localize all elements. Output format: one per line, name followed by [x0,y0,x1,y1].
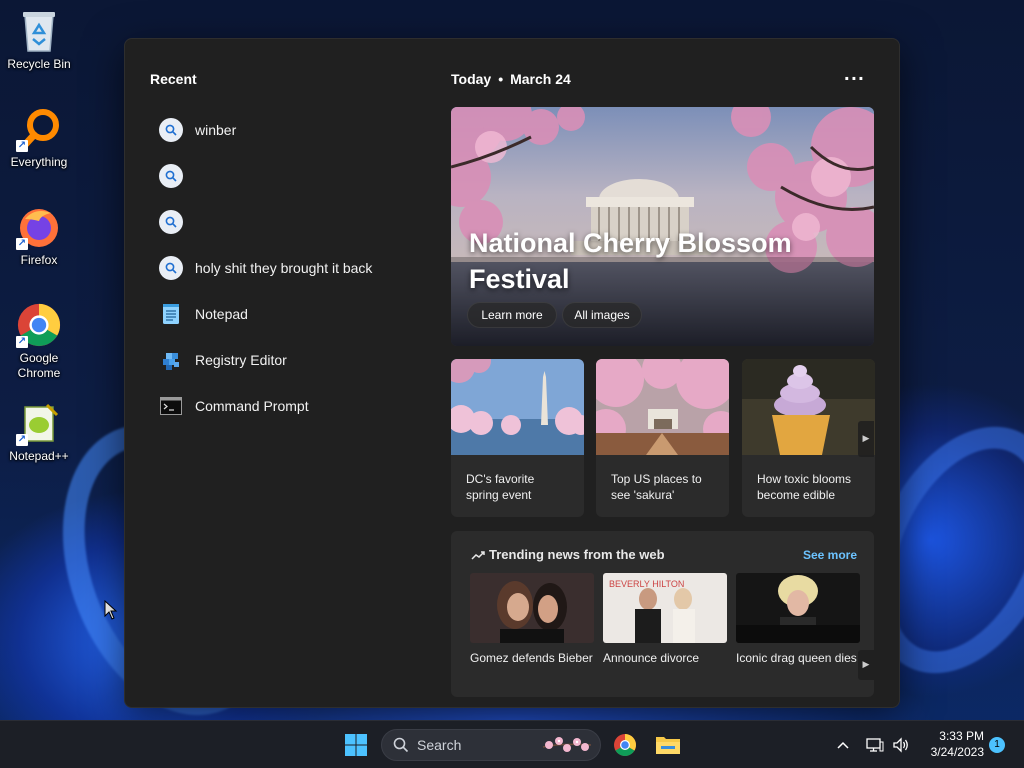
recent-item-label: Registry Editor [195,352,287,368]
trending-heading: Trending news from the web [471,547,665,562]
blossom-ice-cream-image [742,359,875,455]
recent-search-item[interactable] [159,199,429,245]
trending-caption: Iconic drag queen dies [736,651,857,665]
recycle-bin-icon [16,8,62,54]
card-caption: How toxic blooms become edible [757,472,852,502]
desktop-icon-everything[interactable]: ↗ Everything [4,106,74,170]
desktop-icon-label: Recycle Bin [7,57,71,71]
trending-arrow-icon [471,550,485,560]
trending-photo-image [736,573,860,643]
clock-time: 3:33 PM [939,729,984,743]
desktop-icon-label: Firefox [20,253,58,267]
shortcut-arrow-icon: ↗ [16,336,28,348]
dc-monument-image [451,359,584,455]
search-icon [159,118,183,142]
notification-badge[interactable]: 1 [989,737,1005,753]
chevron-up-icon [837,741,849,749]
today-label: Today [451,71,492,87]
cards-next-arrow-icon[interactable]: ▶ [858,421,874,457]
svg-text:BEVERLY HILTON: BEVERLY HILTON [609,579,684,589]
shortcut-arrow-icon: ↗ [16,434,28,446]
all-images-button[interactable]: All images [562,302,642,328]
folder-icon [656,737,680,754]
notepad-icon [159,302,183,326]
search-icon [159,256,183,280]
firefox-icon: ↗ [16,204,62,250]
recent-heading: Recent [150,71,197,87]
search-home-panel: Recent winber holy shit they brought it … [124,38,900,708]
recent-item-label: winber [195,122,237,138]
trending-section: Trending news from the web See more Gome… [451,531,874,697]
trending-caption: Gomez defends Bieber [470,651,593,665]
news-card[interactable]: Top US places to see 'sakura' [596,359,729,517]
desktop-icon-label: Everything [10,155,68,169]
sakura-garden-image [596,359,729,455]
chrome-icon [614,734,636,756]
start-button[interactable] [340,729,372,761]
desktop-icon-notepad-plus-plus[interactable]: ↗ Notepad++ [4,400,74,464]
date-label: March 24 [510,71,571,87]
recent-app-item[interactable]: Registry Editor [159,337,429,383]
registry-editor-icon [159,348,183,372]
everything-search-icon: ↗ [16,106,62,152]
shortcut-arrow-icon: ↗ [16,140,28,152]
trending-item[interactable]: Iconic drag queen dies [736,573,860,666]
trending-photo-image: BEVERLY HILTON [603,573,727,643]
mouse-cursor-icon [104,600,118,620]
desktop-icon-label: Google Chrome [17,351,61,380]
recent-item-label: Notepad [195,306,248,322]
learn-more-button[interactable]: Learn more [467,302,557,328]
recent-item-label: holy shit they brought it back [195,260,373,276]
desktop-icon-label: Notepad++ [9,449,69,463]
search-icon [159,164,183,188]
recent-search-item[interactable]: winber [159,107,429,153]
windows-logo-icon [345,734,367,756]
command-prompt-icon [159,394,183,418]
recent-search-item[interactable]: holy shit they brought it back [159,245,429,291]
network-icon [866,738,884,752]
trending-next-arrow-icon[interactable]: ▶ [858,650,874,680]
shortcut-arrow-icon: ↗ [16,238,28,250]
cherry-blossom-highlight-icon [542,737,592,752]
clock[interactable]: 3:33 PM 3/24/2023 [931,728,984,760]
show-hidden-icons-button[interactable] [829,729,857,761]
trending-caption: Announce divorce [603,651,700,665]
taskbar: 3:33 PM 3/24/2023 1 [0,720,1024,768]
clock-date: 3/24/2023 [930,745,984,759]
trending-item[interactable]: BEVERLY HILTON Announce divorce [603,573,727,666]
desktop-icon-firefox[interactable]: ↗ Firefox [4,204,74,268]
search-icon [393,737,409,753]
hero-title: National Cherry Blossom Festival [469,228,792,294]
desktop-icon-google-chrome[interactable]: ↗ Google Chrome [4,302,74,381]
taskbar-search-box[interactable] [381,729,601,761]
recent-list: winber holy shit they brought it back No… [159,107,429,429]
network-button[interactable] [862,729,888,761]
trending-item[interactable]: Gomez defends Bieber [470,573,594,666]
card-caption: Top US places to see 'sakura' [611,472,702,502]
taskbar-file-explorer-button[interactable] [652,729,684,761]
news-card[interactable]: DC's favorite spring event [451,359,584,517]
search-input[interactable] [417,737,537,753]
speaker-icon [893,737,908,753]
taskbar-chrome-button[interactable] [609,729,641,761]
desktop-icon-recycle-bin[interactable]: Recycle Bin [4,8,74,72]
card-caption: DC's favorite spring event [466,472,535,502]
today-header: Today • March 24 [451,71,571,87]
trending-photo-image [470,573,594,643]
volume-button[interactable] [888,729,914,761]
search-icon [159,210,183,234]
recent-item-label: Command Prompt [195,398,309,414]
recent-app-item[interactable]: Notepad [159,291,429,337]
notepad-plus-plus-icon: ↗ [16,400,62,446]
chrome-icon: ↗ [16,302,62,348]
news-card[interactable]: How toxic blooms become edible [742,359,875,517]
recent-search-item[interactable] [159,153,429,199]
more-options-icon[interactable]: ··· [844,69,865,88]
see-more-link[interactable]: See more [803,548,857,562]
recent-app-item[interactable]: Command Prompt [159,383,429,429]
